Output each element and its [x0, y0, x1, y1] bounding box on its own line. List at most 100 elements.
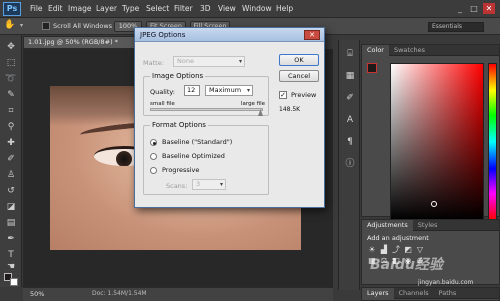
- scroll-all-windows-checkbox[interactable]: [42, 22, 50, 30]
- baidu-watermark: Baidu经验: [370, 257, 443, 273]
- tool-preset-chevron-icon[interactable]: ▾: [20, 22, 23, 29]
- paragraph-panel-icon[interactable]: ¶: [344, 136, 356, 148]
- color-panel: Color Swatches: [361, 44, 500, 221]
- progressive-radio[interactable]: [150, 167, 157, 174]
- close-icon[interactable]: ✕: [483, 3, 495, 14]
- menu-view[interactable]: View: [218, 4, 236, 13]
- pen-tool-icon[interactable]: ✒: [4, 233, 18, 245]
- tab-swatches[interactable]: Swatches: [389, 45, 430, 56]
- hand-tool-icon[interactable]: ☚: [4, 261, 18, 273]
- menu-file[interactable]: File: [30, 4, 43, 13]
- ok-button[interactable]: OK: [279, 54, 319, 66]
- menu-filter[interactable]: Filter: [174, 4, 193, 13]
- scans-value: 3: [196, 180, 201, 188]
- menu-edit[interactable]: Edit: [48, 4, 63, 13]
- scroll-all-windows-label: Scroll All Windows: [53, 22, 113, 30]
- layers-panel: Layers Channels Paths: [361, 287, 500, 301]
- matte-chevron-icon: ▾: [238, 58, 242, 65]
- brush-panel-icon[interactable]: ✐: [344, 92, 356, 104]
- status-doc-info: Doc: 1.54M/1.54M: [92, 290, 147, 297]
- menu-3d[interactable]: 3D: [200, 4, 211, 13]
- menu-window[interactable]: Window: [242, 4, 272, 13]
- adjustments-title: Add an adjustment: [367, 234, 429, 242]
- maximize-icon[interactable]: □: [468, 3, 480, 14]
- tab-paths[interactable]: Paths: [434, 288, 462, 299]
- format-options-title: Format Options: [150, 121, 208, 129]
- watermark-url: jingyan.baidu.com: [418, 279, 474, 286]
- iris-region: [116, 151, 132, 166]
- scans-label: Scans:: [166, 182, 188, 190]
- status-bar: [23, 287, 333, 301]
- hair-region: [50, 86, 140, 126]
- quality-input[interactable]: 12: [184, 85, 200, 96]
- baseline-standard-radio[interactable]: [150, 139, 157, 146]
- preview-checkbox[interactable]: ✓: [279, 91, 287, 99]
- file-size-readout: 148.5K: [279, 106, 301, 113]
- history-panel-icon[interactable]: ⌸: [344, 48, 356, 60]
- quick-select-tool-icon[interactable]: ✎: [4, 89, 18, 101]
- baseline-optimized-label: Baseline Optimized: [162, 152, 225, 160]
- character-panel-icon[interactable]: A: [344, 114, 356, 126]
- quality-preset-value: Maximum: [209, 86, 242, 94]
- photoshop-logo: Ps: [3, 2, 21, 16]
- eyedropper-tool-icon[interactable]: ⚲: [4, 121, 18, 133]
- menu-select[interactable]: Select: [146, 4, 169, 13]
- menu-help[interactable]: Help: [276, 4, 293, 13]
- adjustments-panel-tabs: Adjustments Styles: [362, 220, 499, 231]
- tab-channels[interactable]: Channels: [394, 288, 434, 299]
- type-tool-icon[interactable]: T: [4, 249, 18, 261]
- panel-dock: ⌸ ▦ ✐ A ¶ ⓘ: [338, 40, 360, 290]
- hand-icon[interactable]: ✋: [4, 20, 16, 32]
- properties-panel-icon[interactable]: ▦: [344, 70, 356, 82]
- hue-slider[interactable]: [488, 63, 497, 221]
- dialog-title: JPEG Options: [135, 28, 324, 42]
- healing-tool-icon[interactable]: ✚: [4, 137, 18, 149]
- menu-type[interactable]: Type: [122, 4, 139, 13]
- color-picker-ring[interactable]: [431, 201, 437, 207]
- status-zoom[interactable]: 50%: [30, 290, 44, 298]
- brush-tool-icon[interactable]: ✐: [4, 153, 18, 165]
- marquee-tool-icon[interactable]: ⬚: [4, 57, 18, 69]
- matte-select[interactable]: None ▾: [173, 56, 245, 67]
- tab-styles[interactable]: Styles: [413, 220, 443, 231]
- background-color-swatch[interactable]: [10, 278, 18, 286]
- menu-bar: Ps File Edit Image Layer Type Select Fil…: [0, 0, 500, 18]
- stamp-tool-icon[interactable]: ♙: [4, 169, 18, 181]
- quality-chevron-icon: ▾: [246, 87, 250, 94]
- progressive-label: Progressive: [162, 166, 200, 174]
- workspace-select[interactable]: Essentials: [428, 22, 484, 32]
- lasso-tool-icon[interactable]: ➰: [4, 73, 18, 85]
- preview-label: Preview: [291, 91, 317, 99]
- menu-image[interactable]: Image: [68, 4, 92, 13]
- tab-layers[interactable]: Layers: [362, 288, 394, 299]
- move-tool-icon[interactable]: ✥: [4, 41, 18, 53]
- minimize-icon[interactable]: _: [454, 3, 466, 14]
- info-panel-icon[interactable]: ⓘ: [344, 158, 356, 170]
- baseline-standard-label: Baseline ("Standard"): [162, 138, 233, 146]
- quality-preset-select[interactable]: Maximum ▾: [205, 85, 253, 96]
- menu-layer[interactable]: Layer: [96, 4, 117, 13]
- color-field[interactable]: [390, 63, 484, 221]
- large-file-label: large file: [241, 101, 266, 107]
- tab-color[interactable]: Color: [362, 45, 389, 56]
- quality-slider[interactable]: [150, 108, 263, 111]
- crop-tool-icon[interactable]: ⌗: [4, 105, 18, 117]
- dialog-close-icon[interactable]: ✕: [304, 30, 320, 40]
- cancel-button[interactable]: Cancel: [279, 70, 319, 82]
- baseline-optimized-radio[interactable]: [150, 153, 157, 160]
- scans-chevron-icon: ▾: [219, 181, 223, 188]
- history-brush-icon[interactable]: ↺: [4, 185, 18, 197]
- adjustments-panel: Adjustments Styles Add an adjustment ☀ ▟ ⤴ ◩…: [361, 219, 500, 285]
- small-file-label: small file: [150, 101, 175, 107]
- eraser-tool-icon[interactable]: ◪: [4, 201, 18, 213]
- scans-select[interactable]: 3 ▾: [192, 179, 226, 190]
- tools-panel: ✥ ⬚ ➰ ✎ ⌗ ⚲ ✚ ✐ ♙ ↺ ◪ ▤ ✒ T ☚: [0, 35, 22, 287]
- image-options-group: Image Options Quality: 12 Maximum ▾ small…: [143, 72, 269, 116]
- mini-foreground-swatch[interactable]: [367, 63, 377, 73]
- image-options-title: Image Options: [150, 72, 206, 80]
- curves-icon[interactable]: ⤴: [390, 244, 402, 254]
- tab-adjustments[interactable]: Adjustments: [362, 220, 413, 231]
- color-panel-tabs: Color Swatches: [362, 45, 499, 56]
- gradient-tool-icon[interactable]: ▤: [4, 217, 18, 229]
- jpeg-options-dialog: JPEG Options ✕ Matte: None ▾ Image Option…: [134, 27, 325, 208]
